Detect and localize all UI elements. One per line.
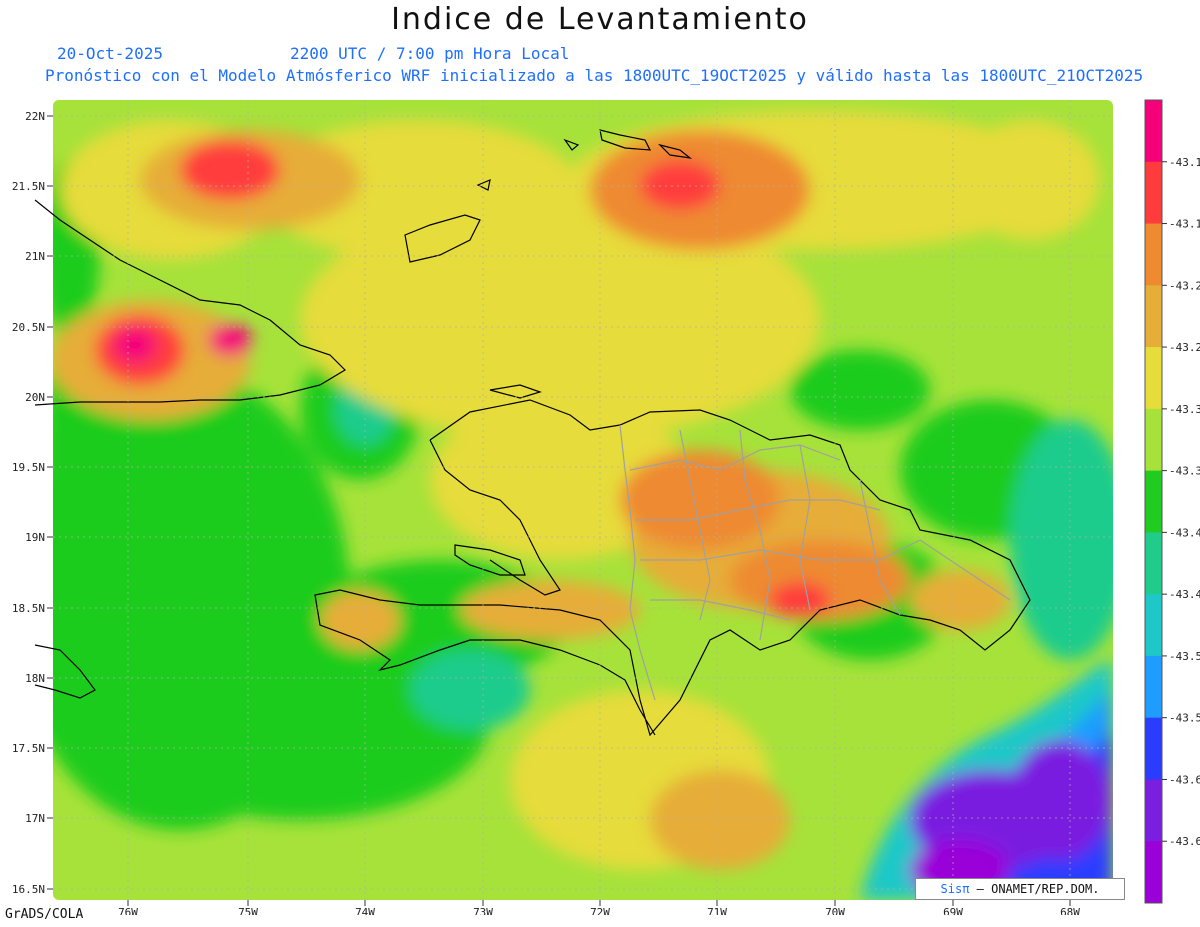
lat-label: 19N	[25, 531, 45, 544]
lat-label: 22N	[25, 110, 45, 123]
lon-label: 76W	[118, 906, 138, 915]
colorbar-label: -43.6	[1169, 773, 1200, 786]
colorbar-swatch	[1145, 841, 1162, 904]
lon-label: 74W	[355, 906, 375, 915]
lat-label: 21N	[25, 250, 45, 263]
forecast-time: 2200 UTC / 7:00 pm Hora Local	[290, 44, 570, 63]
forecast-date: 20-Oct-2025	[57, 44, 163, 63]
lon-label: 73W	[473, 906, 493, 915]
lon-label: 71W	[707, 906, 727, 915]
software-label: GrADS/COLA	[5, 907, 84, 922]
colorbar: -43.1 -43.1 -43.2 -43.2 -43.3 -43.3 -43.4 -43.4…	[1144, 99, 1200, 904]
colorbar-label: -43.1	[1169, 156, 1200, 169]
map-title: Indice de Levantamiento	[391, 2, 809, 37]
colorbar-swatch	[1145, 655, 1162, 719]
lat-label: 17.5N	[12, 742, 45, 755]
colorbar-swatch	[1145, 161, 1162, 225]
lifted-index-map: 22N 21.5N 21N 20.5N 20N 19.5N 19N 18.5N …	[12, 99, 1200, 915]
colorbar-swatch	[1145, 470, 1162, 533]
lon-label: 68W	[1060, 906, 1080, 915]
colorbar-label: -43.4	[1169, 588, 1200, 601]
colorbar-label: -43.2	[1169, 279, 1200, 292]
colorbar-swatch	[1145, 285, 1162, 348]
lat-label: 20.5N	[12, 321, 45, 334]
colorbar-swatch	[1145, 347, 1162, 410]
lat-label: 17N	[25, 812, 45, 825]
lon-label: 69W	[943, 906, 963, 915]
colorbar-label: -43.2	[1169, 341, 1200, 354]
colorbar-swatch	[1145, 717, 1162, 780]
lon-label: 70W	[825, 906, 845, 915]
latitude-labels: 22N 21.5N 21N 20.5N 20N 19.5N 19N 18.5N …	[12, 110, 45, 896]
colorbar-label: -43.4	[1169, 526, 1200, 539]
lon-label: 75W	[238, 906, 258, 915]
colorbar-swatch	[1145, 408, 1162, 472]
colorbar-label: -43.1	[1169, 218, 1200, 231]
colorbar-label: -43.5	[1169, 712, 1200, 725]
longitude-labels: 76W 75W 74W 73W 72W 71W 70W 69W 68W	[118, 906, 1080, 915]
lat-label: 18.5N	[12, 602, 45, 615]
colorbar-swatch	[1145, 779, 1162, 842]
colorbar-label: -43.3	[1169, 403, 1200, 416]
colorbar-swatch	[1145, 100, 1162, 163]
colorbar-label: -43.3	[1169, 465, 1200, 478]
lat-label: 20N	[25, 391, 45, 404]
colorbar-swatch	[1145, 532, 1162, 595]
colorbar-label: -43.6	[1169, 835, 1200, 848]
forecast-field	[53, 100, 1113, 900]
colorbar-label: -43.5	[1169, 650, 1200, 663]
lat-label: 18N	[25, 672, 45, 685]
lon-label: 72W	[590, 906, 610, 915]
credit-box: Sisπ – ONAMET/REP.DOM.	[915, 878, 1125, 900]
lat-label: 16.5N	[12, 883, 45, 896]
credit-text: – ONAMET/REP.DOM.	[969, 882, 1100, 896]
colorbar-swatch	[1145, 223, 1162, 286]
lat-label: 21.5N	[12, 180, 45, 193]
credit-brand: Sisπ	[940, 882, 970, 896]
colorbar-swatch	[1145, 594, 1162, 657]
lat-label: 19.5N	[12, 461, 45, 474]
forecast-subtitle: Pronóstico con el Modelo Atmósferico WRF…	[45, 66, 1144, 85]
